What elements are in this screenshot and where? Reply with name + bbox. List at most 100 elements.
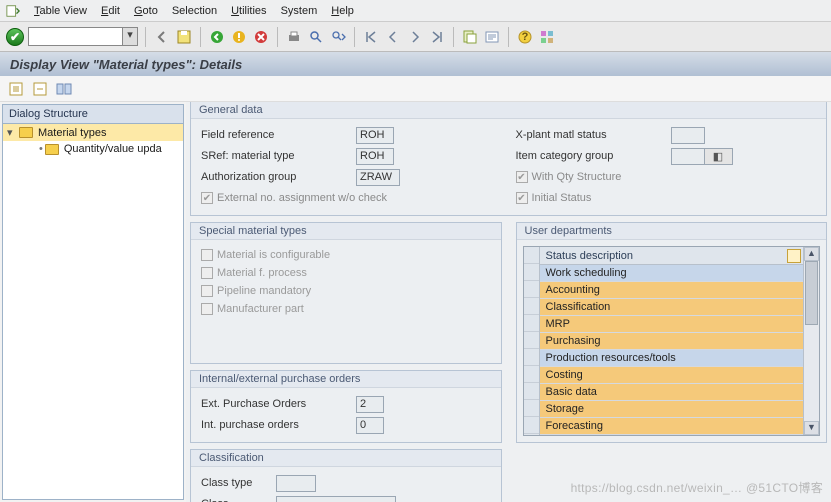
menu-help[interactable]: Help xyxy=(331,5,354,17)
find-next-icon[interactable] xyxy=(329,28,347,46)
group-user-departments: User departments Status description Work… xyxy=(516,222,828,443)
user-department-row[interactable]: Forecasting xyxy=(540,418,804,435)
menu-system[interactable]: System xyxy=(281,5,318,17)
back-icon[interactable] xyxy=(153,28,171,46)
material-fprocess-checkbox xyxy=(201,267,213,279)
scroll-thumb[interactable] xyxy=(805,261,818,325)
authorization-group-label: Authorization group xyxy=(201,171,356,183)
main-area: Dialog Structure ▾ Material types • Quan… xyxy=(0,102,831,502)
user-departments-table: Status description Work schedulingAccoun… xyxy=(523,246,821,436)
generate-shortcut-icon[interactable] xyxy=(483,28,501,46)
command-field[interactable]: ▾ xyxy=(28,27,138,46)
table-settings-icon[interactable] xyxy=(787,249,801,263)
group-title: Internal/external purchase orders xyxy=(191,371,501,388)
help-icon[interactable]: ? xyxy=(516,28,534,46)
group-internal-external-po: Internal/external purchase orders Ext. P… xyxy=(190,370,502,443)
manufacturer-part-checkbox xyxy=(201,303,213,315)
tree-header: Dialog Structure xyxy=(3,105,183,124)
print-icon[interactable] xyxy=(285,28,303,46)
field-reference-input[interactable]: ROH xyxy=(356,127,394,144)
class-type-input[interactable] xyxy=(276,475,316,492)
collapse-all-icon[interactable] xyxy=(32,81,48,97)
sref-material-type-label: SRef: material type xyxy=(201,150,356,162)
exit-icon[interactable] xyxy=(230,28,248,46)
menu-table-view[interactable]: TTable Viewable View xyxy=(34,5,87,17)
tree-node-material-types[interactable]: ▾ Material types xyxy=(3,124,183,141)
save-icon[interactable] xyxy=(175,28,193,46)
enter-button[interactable]: ✔ xyxy=(6,28,24,46)
ext-purchase-orders-input[interactable]: 2 xyxy=(356,396,384,413)
field-reference-label: Field reference xyxy=(201,129,356,141)
user-department-row[interactable]: Basic data xyxy=(540,384,804,401)
tree-node-quantity-value[interactable]: • Quantity/value upda xyxy=(3,141,183,157)
material-configurable-label: Material is configurable xyxy=(217,249,330,261)
xplant-status-input[interactable] xyxy=(671,127,705,144)
find-icon[interactable] xyxy=(307,28,325,46)
external-no-checkbox: ✔ xyxy=(201,192,213,204)
toolbar-separator xyxy=(354,27,355,47)
expand-all-icon[interactable] xyxy=(8,81,24,97)
int-purchase-orders-label: Int. purchase orders xyxy=(201,419,356,431)
user-department-row[interactable]: Purchasing xyxy=(540,333,804,350)
dialog-structure-tree: Dialog Structure ▾ Material types • Quan… xyxy=(2,104,184,500)
table-vertical-scrollbar[interactable]: ▲ ▼ xyxy=(803,247,819,435)
create-session-icon[interactable] xyxy=(461,28,479,46)
authorization-group-input[interactable]: ZRAW xyxy=(356,169,400,186)
class-type-label: Class type xyxy=(201,477,276,489)
item-category-group-input[interactable] xyxy=(671,148,705,165)
scroll-down-icon[interactable]: ▼ xyxy=(804,421,819,435)
standard-toolbar: ✔ ▾ ? xyxy=(0,22,831,52)
detail-form: General data Field reference ROH SRef: m… xyxy=(186,102,831,502)
user-department-row[interactable]: MRP xyxy=(540,316,804,333)
folder-icon xyxy=(45,144,59,155)
group-general-data: General data Field reference ROH SRef: m… xyxy=(190,102,827,216)
user-department-row[interactable]: Classification xyxy=(540,299,804,316)
menu-bar: TTable Viewable View Edit Goto Selection… xyxy=(0,0,831,22)
config-icon[interactable] xyxy=(56,81,72,97)
customize-layout-icon[interactable] xyxy=(538,28,556,46)
sref-material-type-input[interactable]: ROH xyxy=(356,148,394,165)
user-department-row[interactable]: Accounting xyxy=(540,282,804,299)
with-qty-structure-label: With Qty Structure xyxy=(532,171,622,183)
last-page-icon[interactable] xyxy=(428,28,446,46)
initial-status-label: Initial Status xyxy=(532,192,592,204)
user-departments-header[interactable]: Status description xyxy=(540,247,804,265)
menu-edit[interactable]: Edit xyxy=(101,5,120,17)
prev-page-icon[interactable] xyxy=(384,28,402,46)
back-green-icon[interactable] xyxy=(208,28,226,46)
user-department-row[interactable]: Costing xyxy=(540,367,804,384)
menu-selection[interactable]: Selection xyxy=(172,5,217,17)
pipeline-mandatory-checkbox xyxy=(201,285,213,297)
toolbar-separator xyxy=(277,27,278,47)
next-page-icon[interactable] xyxy=(406,28,424,46)
group-classification: Classification Class type Class xyxy=(190,449,502,502)
int-purchase-orders-input[interactable]: 0 xyxy=(356,417,384,434)
row-selector-column xyxy=(524,247,540,435)
with-qty-structure-checkbox: ✔ xyxy=(516,171,528,183)
cancel-icon[interactable] xyxy=(252,28,270,46)
app-toolbar xyxy=(0,76,831,102)
tree-node-label: Material types xyxy=(38,127,106,139)
group-title: General data xyxy=(191,102,826,119)
toolbar-separator xyxy=(453,27,454,47)
folder-icon xyxy=(19,127,33,138)
group-title: User departments xyxy=(517,223,827,240)
user-department-row[interactable]: Storage xyxy=(540,401,804,418)
watermark-text: https://blog.csdn.net/weixin_… @51CTO博客 xyxy=(571,479,823,496)
item-category-group-label: Item category group xyxy=(516,150,671,162)
user-department-row[interactable]: Work scheduling xyxy=(540,265,804,282)
toolbar-separator xyxy=(145,27,146,47)
command-field-dropdown-icon[interactable]: ▾ xyxy=(122,28,137,45)
group-title: Classification xyxy=(191,450,501,467)
menu-utilities[interactable]: Utilities xyxy=(231,5,266,17)
scroll-up-icon[interactable]: ▲ xyxy=(804,247,819,261)
first-page-icon[interactable] xyxy=(362,28,380,46)
menu-goto[interactable]: Goto xyxy=(134,5,158,17)
item-category-group-f4-icon[interactable]: ◧ xyxy=(705,148,733,165)
tree-expand-icon[interactable]: ▾ xyxy=(7,126,17,139)
user-department-row[interactable]: Production resources/tools xyxy=(540,350,804,367)
ext-purchase-orders-label: Ext. Purchase Orders xyxy=(201,398,356,410)
class-input[interactable] xyxy=(276,496,396,502)
new-session-icon[interactable] xyxy=(6,4,20,18)
xplant-status-label: X-plant matl status xyxy=(516,129,671,141)
